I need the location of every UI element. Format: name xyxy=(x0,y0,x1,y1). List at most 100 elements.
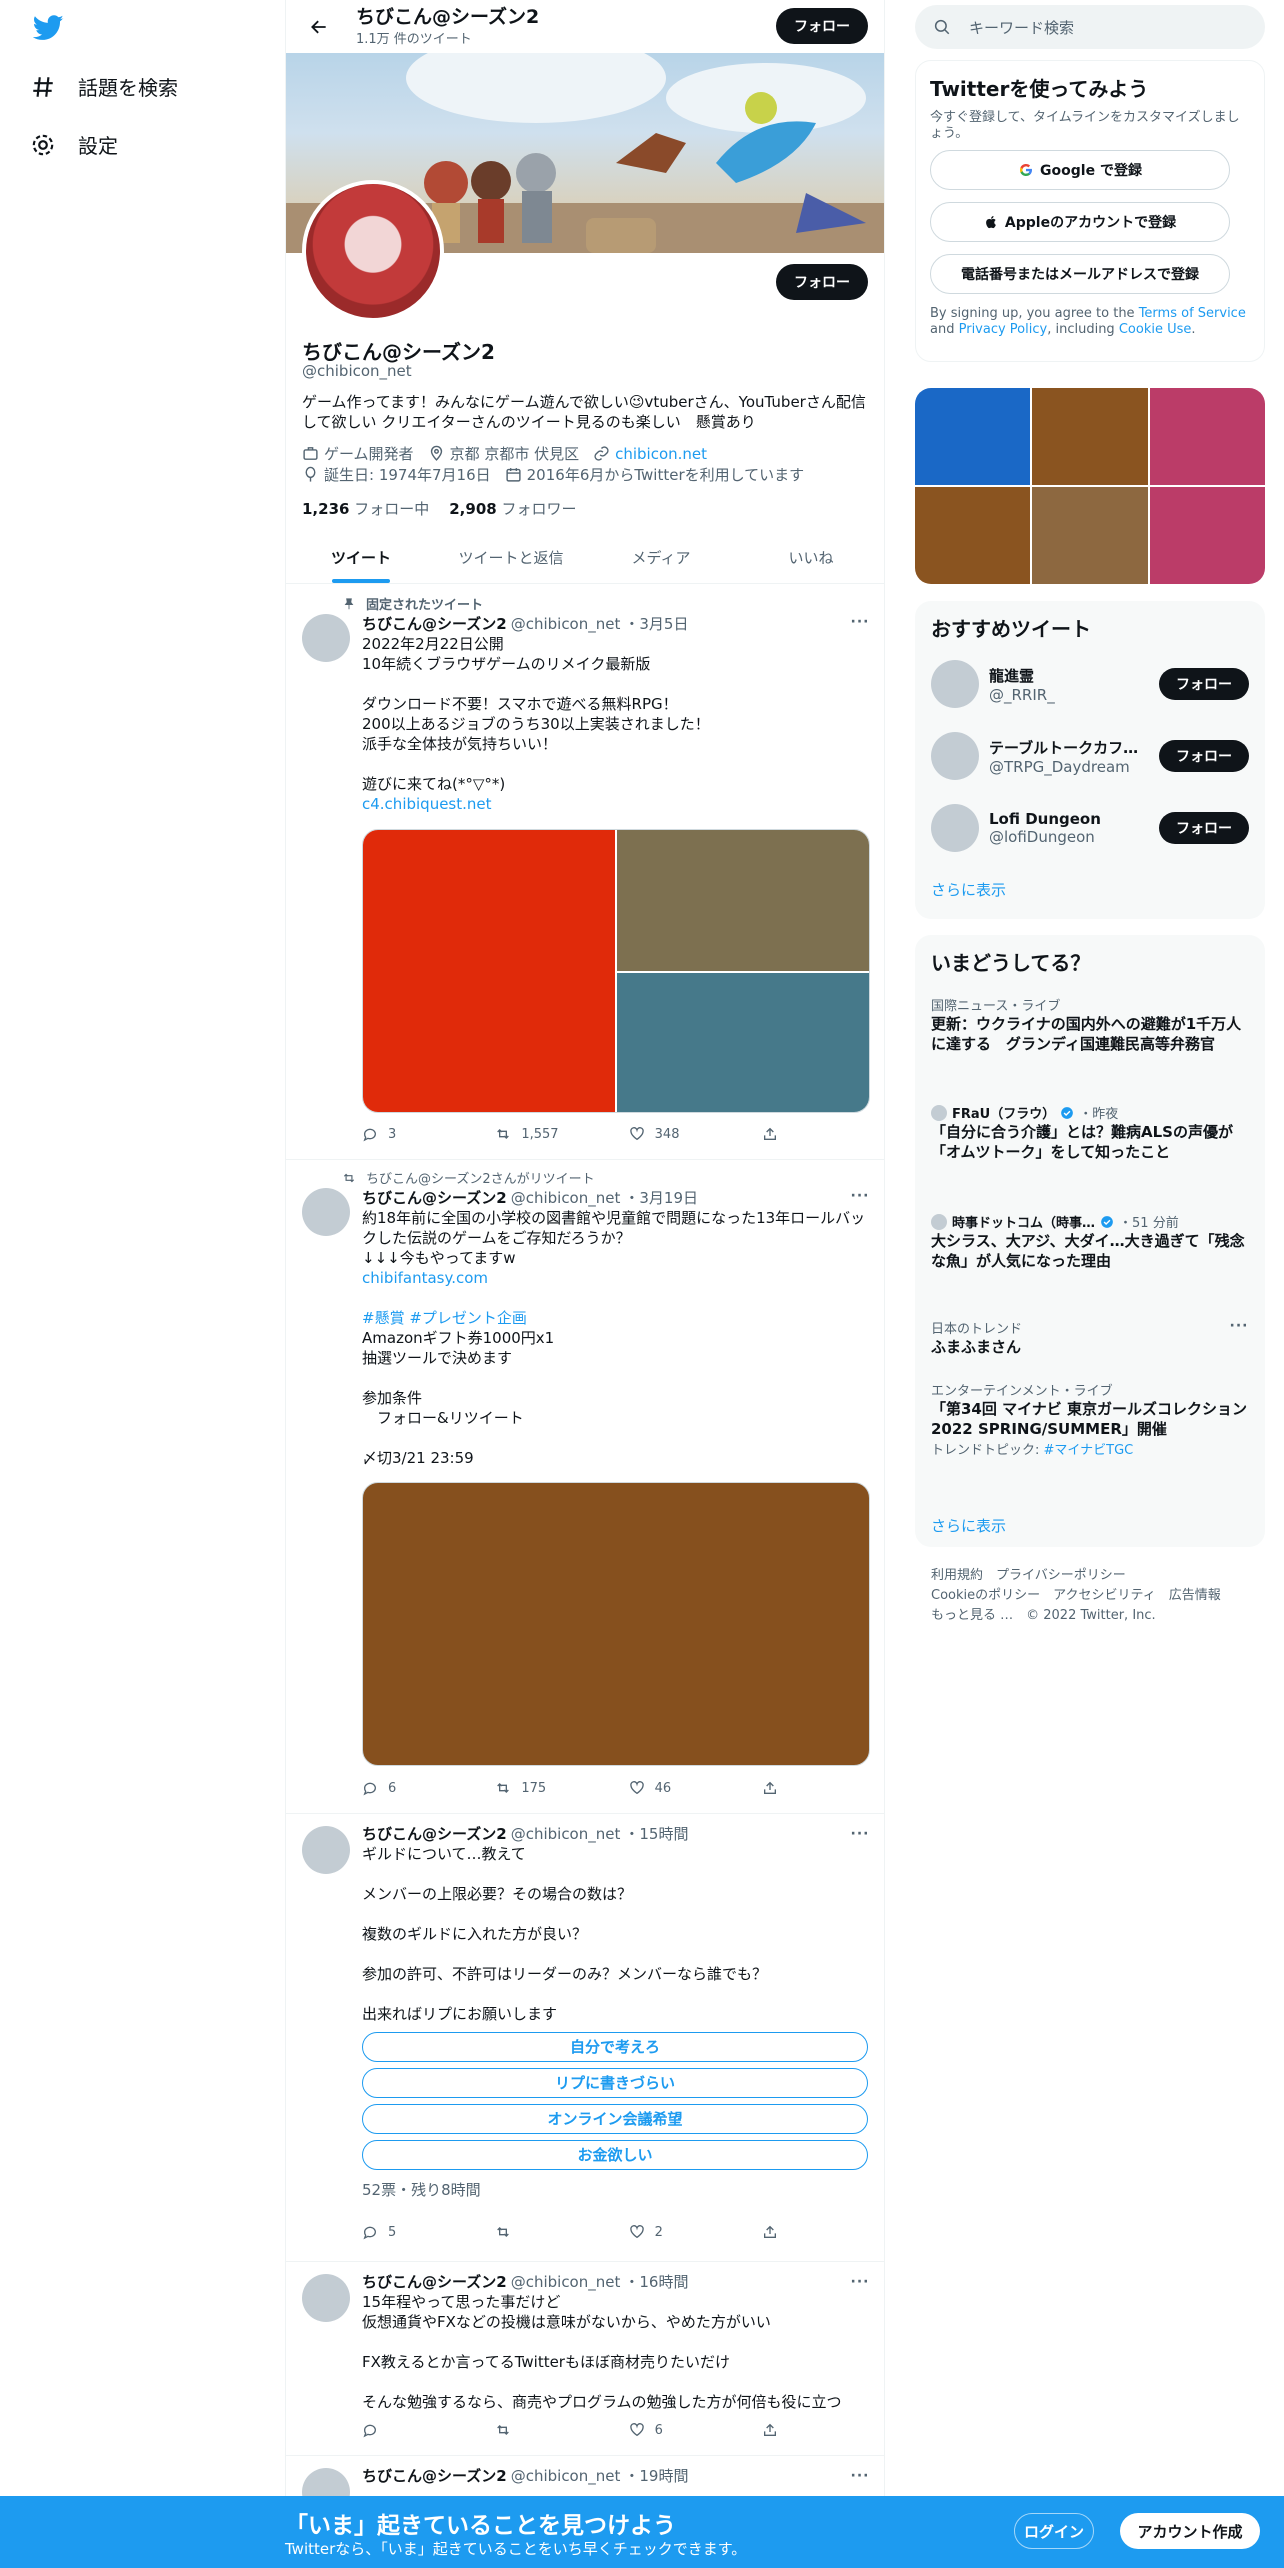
tweet-link[interactable]: c4.chibiquest.net xyxy=(362,795,492,813)
tweet-author-name[interactable]: ちびこん@シーズン2 xyxy=(362,1188,507,1208)
follow-button[interactable]: フォロー xyxy=(1159,740,1249,772)
tweet-avatar[interactable] xyxy=(302,2274,350,2322)
media-thumb[interactable] xyxy=(915,487,1031,584)
search-input[interactable]: キーワード検索 xyxy=(969,17,1074,38)
poll-option[interactable]: オンライン会議希望 xyxy=(362,2104,868,2134)
followers-count-link[interactable]: 2,908 フォロワー xyxy=(449,498,576,519)
tweet-pinned[interactable]: 固定されたツイート ··· ちびこん@シーズン2 @chibicon_net ・… xyxy=(286,584,884,1160)
tweet-timestamp[interactable]: ・15時間 xyxy=(624,1824,688,1844)
google-signup-button[interactable]: Google で登録 xyxy=(930,150,1230,190)
media-thumb[interactable] xyxy=(1149,388,1265,485)
media-thumb[interactable] xyxy=(1032,388,1148,485)
following-count-link[interactable]: 1,236 フォロー中 xyxy=(302,498,429,519)
phone-email-signup-button[interactable]: 電話番号またはメールアドレスで登録 xyxy=(930,254,1230,294)
tweet-media-image[interactable] xyxy=(362,1482,870,1766)
privacy-policy-link[interactable]: Privacy Policy xyxy=(959,322,1048,337)
tab-tweets-and-replies[interactable]: ツイートと返信 xyxy=(436,531,586,583)
poll-option[interactable]: 自分で考えろ xyxy=(362,2032,868,2062)
media-thumb[interactable] xyxy=(1149,487,1265,584)
reply-button[interactable]: 6 xyxy=(362,1780,462,1796)
nav-explore[interactable]: 話題を検索 xyxy=(30,72,178,101)
retweet-button[interactable]: 1,557 xyxy=(495,1126,595,1142)
more-options-icon[interactable]: ··· xyxy=(1229,1318,1249,1338)
follow-button[interactable]: フォロー xyxy=(1159,812,1249,844)
poll-option[interactable]: お金欲しい xyxy=(362,2140,868,2170)
trend-item[interactable]: 日本のトレンド ふまふまさん ··· xyxy=(931,1318,1249,1357)
media-image[interactable] xyxy=(617,830,869,971)
footer-line[interactable]: もっと見る … © 2022 Twitter, Inc. xyxy=(931,1606,1251,1626)
profile-website[interactable]: chibicon.net xyxy=(593,445,707,463)
share-button[interactable] xyxy=(762,1780,792,1796)
trend-item[interactable]: 国際ニュース・ライブ 更新：ウクライナの国内外への避難が1千万人に達する グラン… xyxy=(931,995,1249,1054)
back-button[interactable] xyxy=(302,10,336,44)
tweet-avatar[interactable] xyxy=(302,1826,350,1874)
footer-line[interactable]: Cookieのポリシー アクセシビリティ 広告情報 xyxy=(931,1586,1251,1606)
recommended-user[interactable]: 龍進霊 @_RRIR_ フォロー xyxy=(931,658,1249,710)
reply-button[interactable]: 5 xyxy=(362,2224,462,2240)
create-account-button[interactable]: アカウント作成 xyxy=(1120,2513,1260,2549)
terms-of-service-link[interactable]: Terms of Service xyxy=(1139,306,1246,321)
avatar[interactable] xyxy=(931,660,979,708)
tab-likes[interactable]: いいね xyxy=(736,531,884,583)
tweet-author-name[interactable]: ちびこん@シーズン2 xyxy=(362,1824,507,1844)
avatar[interactable] xyxy=(931,804,979,852)
avatar[interactable] xyxy=(931,732,979,780)
tweet-avatar[interactable] xyxy=(302,614,350,662)
search-bar[interactable]: キーワード検索 xyxy=(915,5,1265,49)
tweet-author-name[interactable]: ちびこん@シーズン2 xyxy=(362,614,507,634)
profile-follow-button[interactable]: フォロー xyxy=(776,264,868,300)
like-button[interactable]: 348 xyxy=(629,1126,729,1142)
reply-button[interactable] xyxy=(362,2422,462,2438)
like-button[interactable]: 2 xyxy=(629,2224,729,2240)
tweet-link[interactable]: chibifantasy.com xyxy=(362,1269,488,1287)
retweet-button[interactable] xyxy=(495,2224,595,2240)
footer-line[interactable]: 利用規約 プライバシーポリシー xyxy=(931,1566,1251,1586)
like-button[interactable]: 6 xyxy=(629,2422,729,2438)
profile-avatar[interactable] xyxy=(302,180,444,322)
tweet-timestamp[interactable]: ・19時間 xyxy=(624,2466,688,2486)
media-image[interactable] xyxy=(617,973,869,1112)
tweet-timestamp[interactable]: ・16時間 xyxy=(624,2272,688,2292)
twitter-logo-icon[interactable] xyxy=(33,15,64,41)
tweet-author-name[interactable]: ちびこん@シーズン2 xyxy=(362,2272,507,2292)
recommended-user[interactable]: テーブルトークカフ… @TRPG_Daydream フォロー xyxy=(931,730,1249,782)
tweet-poll[interactable]: ··· ちびこん@シーズン2 @chibicon_net ・15時間 ギルドにつ… xyxy=(286,1814,884,2262)
tweet[interactable]: ··· ちびこん@シーズン2 @chibicon_net ・16時間 15年程や… xyxy=(286,2262,884,2456)
show-more-link[interactable]: さらに表示 xyxy=(931,1515,1006,1536)
tweet-hashtags[interactable]: #懸賞 #プレゼント企画 xyxy=(362,1309,527,1327)
like-button[interactable]: 46 xyxy=(629,1780,729,1796)
poll-option[interactable]: リプに書きづらい xyxy=(362,2068,868,2098)
media-image[interactable] xyxy=(363,830,615,1112)
login-button[interactable]: ログイン xyxy=(1014,2513,1094,2549)
share-button[interactable] xyxy=(762,1126,792,1142)
header-follow-button[interactable]: フォロー xyxy=(776,8,868,44)
reply-button[interactable]: 3 xyxy=(362,1126,462,1142)
tweet-timestamp[interactable]: ・3月19日 xyxy=(624,1188,698,1208)
tab-tweets[interactable]: ツイート xyxy=(286,531,436,583)
recommended-user[interactable]: Lofi Dungeon @lofiDungeon フォロー xyxy=(931,802,1249,854)
share-button[interactable] xyxy=(762,2224,792,2240)
trend-item[interactable]: FRaU（フラウ） ・昨夜 「自分に合う介護」とは？難病ALSの声優が「オムツトー… xyxy=(931,1103,1249,1162)
media-thumb[interactable] xyxy=(915,388,1031,485)
nav-settings[interactable]: 設定 xyxy=(30,130,118,159)
cookie-use-link[interactable]: Cookie Use xyxy=(1119,322,1192,337)
tab-media[interactable]: メディア xyxy=(586,531,736,583)
follow-button[interactable]: フォロー xyxy=(1159,668,1249,700)
trend-topic-link[interactable]: #マイナビTGC xyxy=(1044,1443,1134,1458)
tweet-author-name[interactable]: ちびこん@シーズン2 xyxy=(362,2466,507,2486)
media-thumb[interactable] xyxy=(1032,487,1148,584)
tweet-retweeted[interactable]: ちびこん@シーズン2さんがリツイート ··· ちびこん@シーズン2 @chibi… xyxy=(286,1160,884,1814)
retweet-button[interactable] xyxy=(495,2422,595,2438)
profile-website-link[interactable]: chibicon.net xyxy=(615,445,707,463)
tweet-media-grid[interactable] xyxy=(362,829,870,1113)
trend-item[interactable]: 時事ドットコム（時事… ・51 分前 大シラス、大アジ、大ダイ…大き過ぎて「残念な… xyxy=(931,1212,1249,1271)
retweet-button[interactable]: 175 xyxy=(495,1780,595,1796)
tweet-text-line xyxy=(362,1944,870,1964)
tweet-timestamp[interactable]: ・3月5日 xyxy=(624,614,688,634)
show-more-link[interactable]: さらに表示 xyxy=(931,879,1006,900)
tweet-avatar[interactable] xyxy=(302,1188,350,1236)
retweet-label[interactable]: ちびこん@シーズン2さんがリツイート xyxy=(366,1168,595,1187)
apple-signup-button[interactable]: Appleのアカウントで登録 xyxy=(930,202,1230,242)
trend-item[interactable]: エンターテインメント・ライブ 「第34回 マイナビ 東京ガールズコレクション 2… xyxy=(931,1380,1249,1458)
share-button[interactable] xyxy=(762,2422,792,2438)
